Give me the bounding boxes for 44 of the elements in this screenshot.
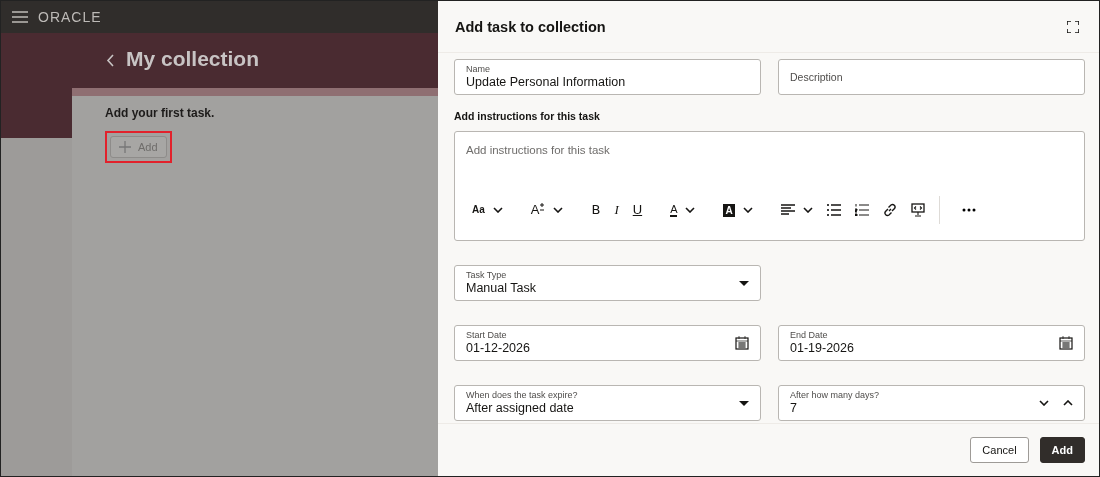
add-button[interactable]: Add xyxy=(1039,437,1085,463)
increment-icon[interactable] xyxy=(1063,400,1073,406)
more-icon xyxy=(961,208,976,212)
fullscreen-icon[interactable] xyxy=(1067,20,1079,33)
italic-button[interactable]: I xyxy=(608,198,625,222)
input-field[interactable]: After how many days? 7 xyxy=(778,385,1085,421)
instructions-editor[interactable]: Add instructions for this task Aa A B I U A A xyxy=(454,131,1085,241)
back-icon[interactable] xyxy=(106,54,114,67)
empty-message: Add your first task. xyxy=(105,106,216,120)
bold-button[interactable]: B xyxy=(585,198,607,222)
drawer-title: Add task to collection xyxy=(455,18,606,35)
dropdown-icon[interactable] xyxy=(739,400,749,406)
menu-icon[interactable] xyxy=(12,11,28,23)
caret-icon xyxy=(742,207,753,213)
underline-button[interactable]: U xyxy=(626,198,649,222)
bulleted-list-icon xyxy=(826,204,841,216)
align-left-icon xyxy=(780,204,795,216)
plus-icon xyxy=(119,141,131,153)
caret-icon xyxy=(685,207,696,213)
text-color-button[interactable]: A xyxy=(664,198,702,222)
calendar-icon[interactable] xyxy=(1059,336,1073,350)
input-field[interactable]: End Date 01-19-2026 xyxy=(778,325,1085,361)
calendar-icon[interactable] xyxy=(735,336,749,350)
highlight-color-button[interactable]: A xyxy=(717,198,759,222)
page-title: My collection xyxy=(126,47,260,71)
input-field[interactable]: Description xyxy=(778,59,1085,95)
numbered-list-icon xyxy=(854,204,869,216)
input-field[interactable]: Start Date 01-12-2026 xyxy=(454,325,761,361)
caret-icon xyxy=(802,207,813,213)
cancel-button[interactable]: Cancel xyxy=(970,437,1029,463)
input-field[interactable]: Task Type Manual Task xyxy=(454,265,761,301)
dropdown-icon[interactable] xyxy=(739,280,749,286)
input-field[interactable]: Name Update Personal Information xyxy=(454,59,761,95)
font-size-button[interactable]: A xyxy=(524,198,570,222)
logo-text: ORACLE xyxy=(38,9,102,25)
decrement-icon[interactable] xyxy=(1039,400,1049,406)
caret-icon xyxy=(553,207,564,213)
plus-minus-icon xyxy=(539,203,546,211)
monitor-code-icon xyxy=(910,203,925,217)
section-label: Add instructions for this task xyxy=(454,110,601,122)
input-field[interactable]: When does the task expire? After assigned date xyxy=(454,385,761,421)
caret-icon xyxy=(492,207,503,213)
font-family-button[interactable]: Aa xyxy=(466,198,509,222)
link-icon xyxy=(882,203,897,217)
